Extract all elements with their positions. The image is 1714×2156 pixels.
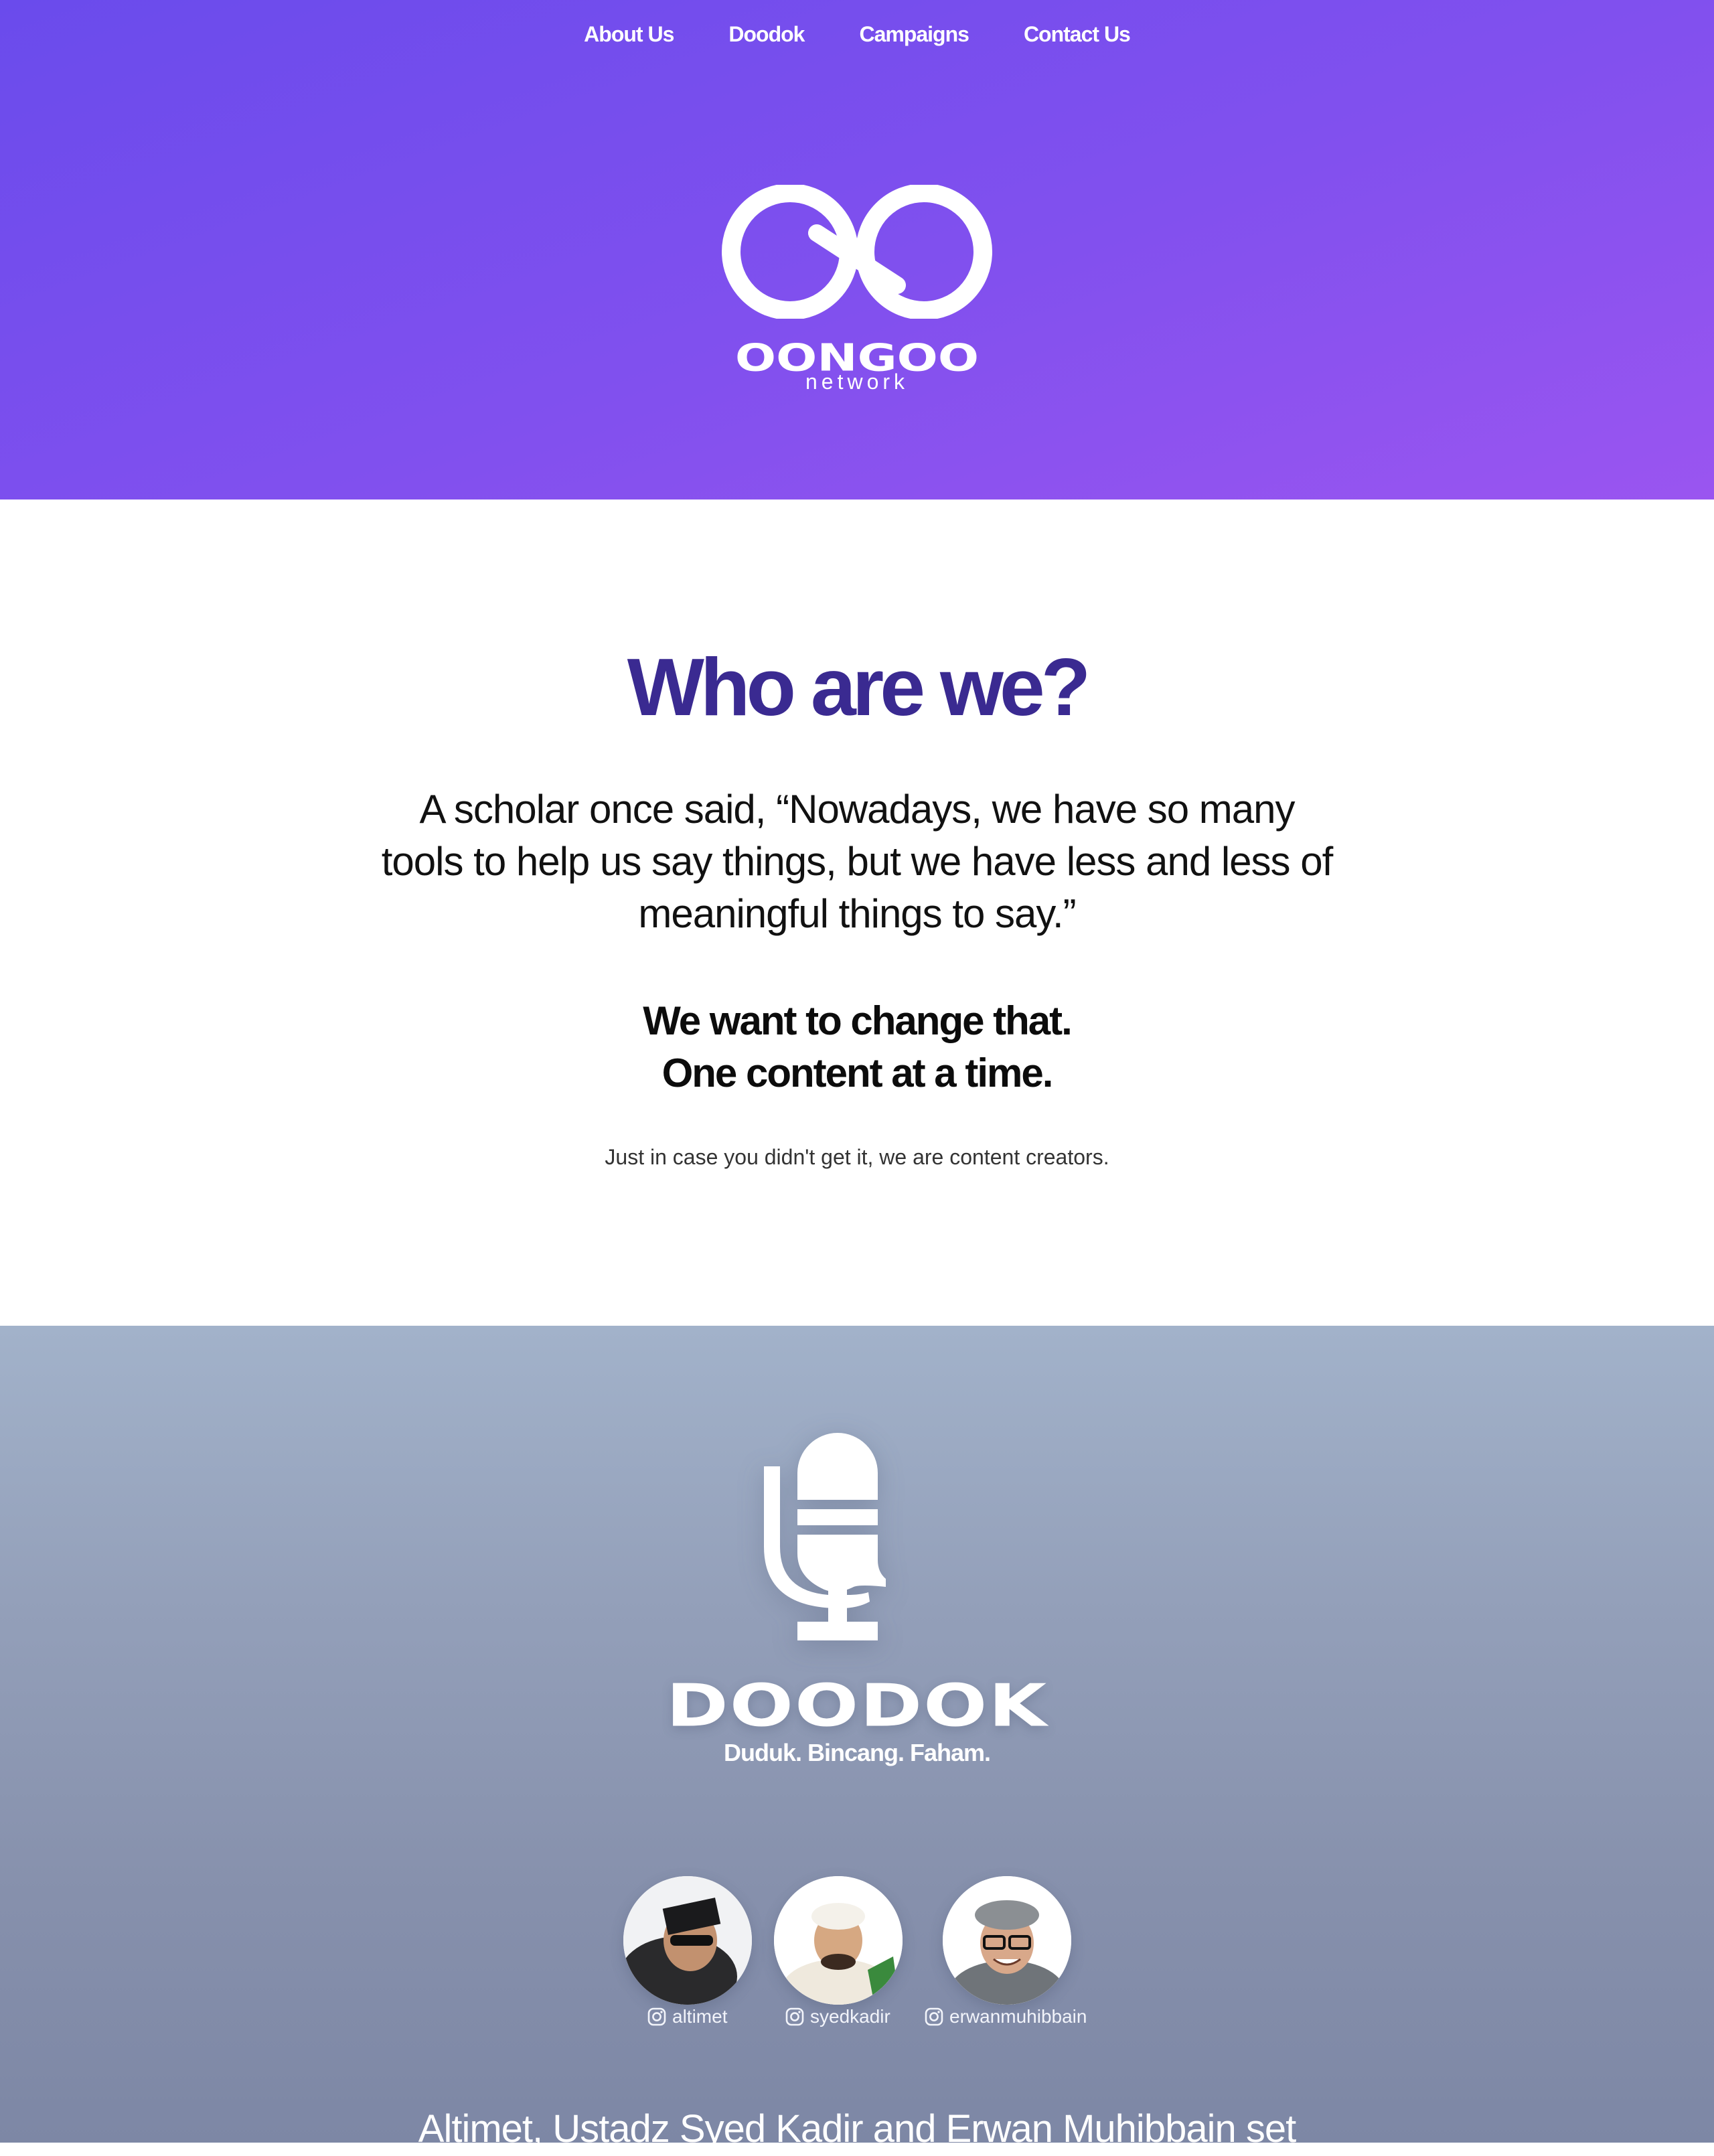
instagram-link-altimet[interactable]: altimet: [647, 2003, 727, 2030]
doodok-section: DOODOK Duduk. Bincang. Faham. altimet sy…: [0, 1326, 1714, 2151]
avatar-syedkadir-image: [774, 1876, 903, 2005]
about-note: Just in case you didn't get it, we are c…: [605, 1145, 1109, 1169]
doodok-tagline: Duduk. Bincang. Faham.: [723, 1739, 991, 1766]
host-avatar-erwanmuhibbain[interactable]: [943, 1876, 1071, 2005]
mission-line-2: One content at a time.: [661, 1051, 1054, 1095]
instagram-icon: [925, 2007, 943, 2026]
logo-subtitle: network: [805, 370, 909, 394]
main-nav: About Us Doodok Campaigns Contact Us: [0, 19, 1714, 50]
doodok-wordmark: DOODOK: [666, 1672, 1048, 1740]
about-mission: We want to change that. One content at a…: [0, 995, 1714, 1099]
microphone-logo-icon: [764, 1433, 886, 1640]
nav-campaigns[interactable]: Campaigns: [859, 19, 969, 50]
avatar-erwanmuhibbain-image: [943, 1876, 1071, 2005]
instagram-icon: [785, 2007, 804, 2026]
avatar-altimet-image: [623, 1876, 752, 2005]
about-quote: A scholar once said, “Nowadays, we have …: [381, 787, 1334, 936]
nav-about-us[interactable]: About Us: [584, 19, 674, 50]
about-title: Who are we?: [627, 641, 1091, 733]
about-section: Who are we? A scholar once said, “Nowada…: [0, 499, 1714, 1326]
handle-erwanmuhibbain: erwanmuhibbain: [949, 2006, 1087, 2027]
instagram-link-syedkadir[interactable]: syedkadir: [785, 2003, 890, 2030]
host-avatar-syedkadir[interactable]: [774, 1876, 903, 2005]
oongoo-logo: OONGOO network: [716, 185, 998, 399]
handle-syedkadir: syedkadir: [810, 2006, 890, 2027]
nav-doodok[interactable]: Doodok: [728, 19, 805, 50]
instagram-icon: [647, 2007, 666, 2026]
handle-altimet: altimet: [672, 2006, 728, 2027]
hero-section: About Us Doodok Campaigns Contact Us OON…: [0, 0, 1714, 499]
host-avatar-altimet[interactable]: [623, 1876, 752, 2005]
instagram-link-erwanmuhibbain[interactable]: erwanmuhibbain: [924, 2003, 1087, 2030]
doodok-description: Altimet, Ustadz Syed Kadir and Erwan Muh…: [418, 2107, 1296, 2151]
mission-line-1: We want to change that.: [643, 998, 1073, 1043]
infinity-logo-icon: [722, 185, 992, 319]
nav-contact-us[interactable]: Contact Us: [1024, 19, 1131, 50]
